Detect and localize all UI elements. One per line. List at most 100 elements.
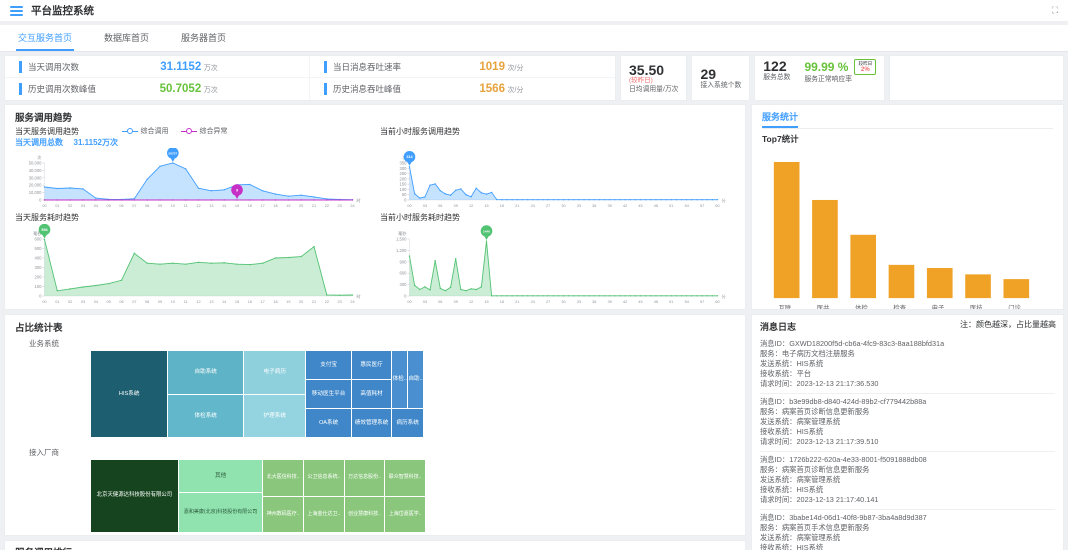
treemap-cell[interactable]: 护理系统 [244,395,305,438]
treemap-cell[interactable]: 病历系统 [392,409,423,437]
heatmap-panel: 占比统计表 业务系统 HIS系统 自助系统 体检系统 电子病历 护理系统 支付宝 [4,314,746,536]
treemap-cell[interactable]: 北京天健源达科技股份有限公司 [91,460,178,532]
svg-text:医技..: 医技.. [970,303,986,310]
svg-text:500: 500 [35,246,43,251]
svg-text:27: 27 [546,204,550,208]
treemap-cell[interactable]: 体检系统 [168,395,243,438]
svg-text:19: 19 [286,300,290,304]
tab-service-stats[interactable]: 服务统计 [762,110,798,128]
cutoff-section: 服务调用排行 [4,540,746,550]
svg-text:18: 18 [500,300,504,304]
treemap-cell[interactable]: 公卫信息系统.. [304,460,344,496]
treemap-cell[interactable]: 支付宝 [306,351,350,379]
svg-text:分: 分 [722,293,727,300]
log-field-id: 消息ID：b3e99db8-d840-424d-89b2-cf779442b88… [760,397,1055,407]
tab-server-home[interactable]: 服务器首页 [179,25,228,51]
systems-count-label: 接入系统个数 [700,81,741,90]
treemap-cell[interactable]: 上海金仕达卫.. [304,497,344,533]
svg-text:50: 50 [402,192,407,197]
log-entry[interactable]: 消息ID：3babe14d-06d1-40f8-9b87-3ba4a8d9d38… [760,510,1055,550]
treemap-cell[interactable]: 自助系统 [168,351,243,394]
svg-text:04: 04 [94,300,98,304]
svg-text:51: 51 [669,204,673,208]
svg-text:300: 300 [400,166,408,171]
treemap-cell[interactable]: 电子病历 [244,351,305,394]
svg-text:22: 22 [325,204,329,208]
metric-history-throughput-peak: 历史消息吞吐峰值 1566 次/分 [310,78,615,100]
treemap-cell[interactable]: 嘉和美康(北京)科技股份有限公司 [179,493,263,532]
hour-duration-chart: 03006009001,2001,500毫秒000306091215182124… [380,224,735,308]
treemap-cell[interactable]: 其他 [179,460,263,492]
svg-text:20: 20 [299,204,303,208]
heatmap-note: 注：颜色越深，占比量越高 [960,319,1056,330]
svg-text:00: 00 [407,204,411,208]
hamburger-menu-icon[interactable] [10,6,23,16]
fullscreen-icon[interactable]: ⛶ [1052,5,1058,16]
svg-text:54: 54 [685,204,689,208]
svg-text:45: 45 [638,204,642,208]
treemap-cell[interactable]: 体检.. [392,351,407,408]
svg-text:33: 33 [577,300,581,304]
svg-text:12: 12 [469,300,473,304]
log-field-time: 请求时间：2023-12-13 21:17:39.510 [760,437,1055,447]
log-entry[interactable]: 消息ID：GXWD18200f5d-cb6a-4fc9-83c3-8aa188b… [760,336,1055,394]
treemap-cell[interactable]: HIS系统 [91,351,167,437]
svg-text:0: 0 [39,198,42,203]
metric-today-throughput: 当日消息吞吐速率 1019 次/分 [310,56,615,78]
svg-text:10,000: 10,000 [29,190,42,195]
tab-database-home[interactable]: 数据库首页 [102,25,151,51]
treemap-cell[interactable]: 北大医信科技.. [263,460,303,496]
dashboard-page: { "header": { "title": "平台监控系统" }, "tabs… [0,0,1068,550]
metric-label: 当日消息吞吐速率 [324,61,401,73]
svg-text:36: 36 [592,300,596,304]
log-field-to: 接收系统：平台 [760,369,1055,379]
svg-text:16: 16 [248,204,252,208]
treemap-cell[interactable]: 神州数码医疗.. [263,497,303,533]
treemap-cell[interactable]: 联众智慧科技.. [385,460,425,496]
svg-text:9: 9 [236,188,238,192]
health-rate-value: 99.99 % [804,60,848,74]
treemap-cell[interactable]: 自助.. [408,351,423,408]
area-chart-svg: 050100150200250300350次000306091215182124… [380,148,735,210]
treemap-cell[interactable]: 万达信息股份.. [345,460,385,496]
treemap-cell[interactable]: 上海岱嘉医学.. [385,497,425,533]
svg-text:300: 300 [400,282,408,287]
treemap-cell[interactable]: 创业慧康科技.. [345,497,385,533]
daily-average-note: (较昨日) [629,77,678,85]
svg-text:54: 54 [685,300,689,304]
svg-text:33: 33 [577,204,581,208]
treemap-cell[interactable]: 高值耗材 [352,380,392,408]
service-stats-panel: 服务统计 Top7统计 互联..医共..体检..检查..电子..医技..门诊.. [751,104,1064,310]
chart-hour-duration-cell: 当前小时服务耗时趋势 03006009001,2001,500毫秒0003060… [380,212,735,308]
svg-text:0: 0 [404,294,407,299]
svg-text:09: 09 [158,204,162,208]
daily-average-value: 35.50 [629,63,678,77]
legend-item-calls[interactable]: 综合调用 [122,126,169,136]
svg-text:06: 06 [119,204,123,208]
message-log-list: 消息ID：GXWD18200f5d-cb6a-4fc9-83c3-8aa188b… [760,336,1055,550]
svg-text:04: 04 [94,204,98,208]
svg-text:时: 时 [357,197,362,203]
svg-text:17: 17 [261,204,265,208]
log-field-from: 发送系统：病案管理系统 [760,533,1055,543]
log-entry[interactable]: 消息ID：b3e99db8-d840-424d-89b2-cf779442b88… [760,394,1055,452]
svg-text:50,000: 50,000 [29,161,42,166]
svg-text:15: 15 [235,204,239,208]
log-field-from: 发送系统：HIS系统 [760,359,1055,369]
treemap-cell[interactable]: 绩效管理系统 [352,409,392,437]
main-tabbar: 交互服务首页 数据库首页 服务器首页 [0,25,1068,52]
top7-bar-chart: 互联..医共..体检..检查..电子..医技..门诊.. [762,147,1053,310]
services-count-value: 122 [763,59,790,73]
svg-text:毫秒: 毫秒 [398,230,406,237]
svg-text:08: 08 [145,204,149,208]
treemap-cell[interactable]: 惠民医疗 [352,351,392,379]
tab-interaction-home[interactable]: 交互服务首页 [16,25,74,51]
legend-item-errors[interactable]: 综合异常 [181,126,228,136]
chart-hour-calls-title: 当前小时服务调用趋势 [380,127,460,136]
treemap-cell[interactable]: OA系统 [306,409,350,437]
svg-text:22: 22 [325,300,329,304]
treemap-cell[interactable]: 移动医生平台 [306,380,350,408]
log-field-service: 服务：病案首页诊断信息更新服务 [760,407,1055,417]
log-entry[interactable]: 消息ID：1726b222-620a-4e33-8001-f5091888db0… [760,452,1055,510]
chart-daily-duration-title: 当天服务耗时趋势 [15,213,79,222]
